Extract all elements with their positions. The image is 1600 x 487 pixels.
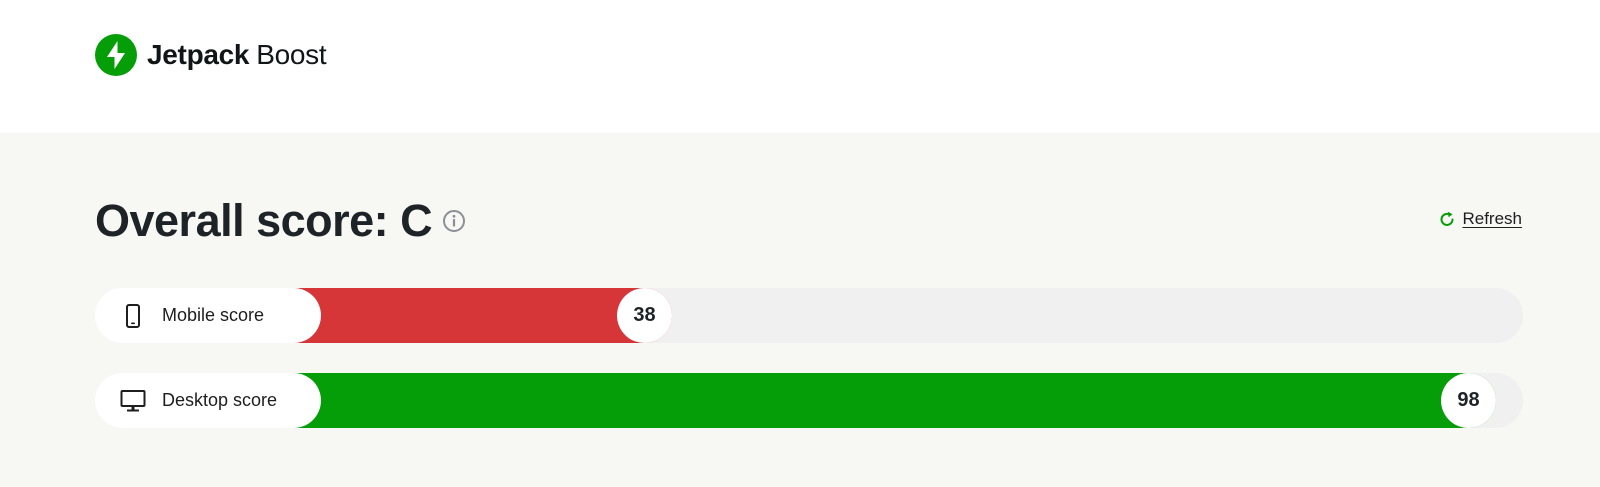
desktop-score-label-pill: Desktop score (95, 373, 321, 428)
brand-name-light: Boost (256, 39, 327, 70)
desktop-score-label: Desktop score (162, 390, 278, 410)
overall-score-heading: Overall score: C (95, 195, 466, 247)
mobile-score-bar: Mobile score 38 (95, 288, 1523, 343)
brand-name-strong: Jetpack (147, 39, 250, 70)
mobile-score-label-pill: Mobile score (95, 288, 321, 343)
jetpack-boost-logo[interactable]: Jetpack Boost (95, 34, 327, 76)
desktop-score-value: 98 (1441, 373, 1496, 428)
brand-name: Jetpack Boost (147, 34, 327, 76)
page-title: Overall score: C (95, 195, 433, 246)
refresh-link[interactable]: Refresh (1462, 209, 1522, 229)
mobile-score-fill (290, 288, 672, 343)
score-panel: Overall score: C Refresh Mobile score 38 (0, 133, 1600, 487)
desktop-score-fill (290, 373, 1496, 428)
header: Jetpack Boost (0, 0, 1600, 133)
refresh-icon (1440, 211, 1454, 226)
mobile-score-value: 38 (617, 288, 672, 343)
desktop-score-bar: Desktop score 98 (95, 373, 1523, 428)
mobile-phone-icon (126, 303, 140, 328)
desktop-monitor-icon (120, 389, 146, 411)
info-icon[interactable] (442, 209, 466, 233)
mobile-score-label: Mobile score (162, 305, 265, 325)
jetpack-bolt-icon (95, 34, 137, 76)
refresh-button[interactable]: Refresh (1438, 209, 1522, 229)
